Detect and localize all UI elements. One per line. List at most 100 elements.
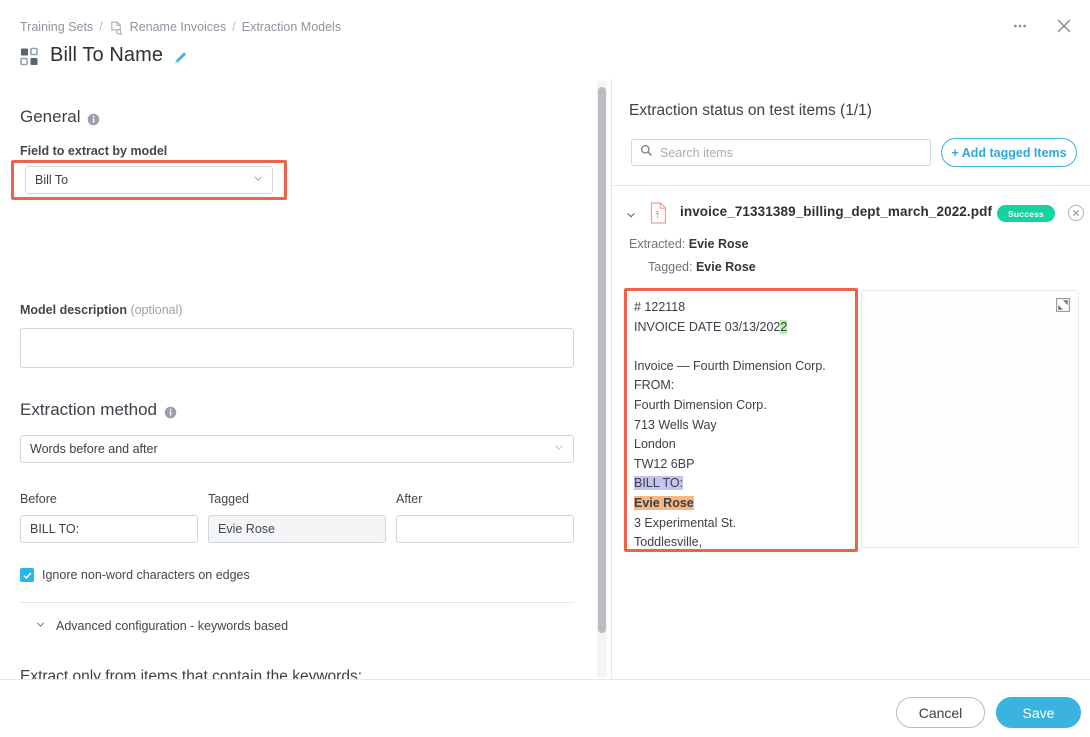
settings-panel: General Field to extract by model Bill T… bbox=[0, 79, 595, 679]
document-text-segment: TW12 6BP bbox=[634, 457, 694, 471]
field-to-extract-value: Bill To bbox=[35, 173, 68, 187]
remove-circle-icon[interactable] bbox=[1067, 204, 1085, 222]
expand-icon[interactable] bbox=[1056, 298, 1070, 312]
document-text-segment: London bbox=[634, 437, 676, 451]
model-description-optional: (optional) bbox=[130, 303, 182, 317]
model-description-label: Model description (optional) bbox=[20, 303, 183, 317]
header-actions bbox=[1008, 14, 1076, 38]
document-text-segment: FROM: bbox=[634, 378, 674, 392]
document-highlight-purple: BILL TO: bbox=[634, 476, 683, 490]
document-line: FROM: bbox=[634, 376, 826, 396]
pencil-icon[interactable] bbox=[173, 50, 189, 66]
page-title: Bill To Name bbox=[50, 44, 163, 67]
document-text-content: # 122118 INVOICE DATE 03/13/2022 Invoice … bbox=[634, 298, 826, 553]
tagged-value: Evie Rose bbox=[218, 522, 275, 536]
before-value: BILL TO: bbox=[30, 522, 79, 536]
document-preview-card: # 122118 INVOICE DATE 03/13/2022 Invoice … bbox=[625, 290, 1090, 550]
after-input[interactable] bbox=[396, 515, 574, 543]
chevron-down-icon-item[interactable] bbox=[625, 208, 637, 226]
dialog-body: General Field to extract by model Bill T… bbox=[0, 79, 1090, 679]
ignore-non-word-label: Ignore non-word characters on edges bbox=[42, 568, 250, 582]
field-to-extract-select[interactable]: Bill To bbox=[25, 166, 273, 194]
tagged-row-label: Tagged: bbox=[648, 260, 692, 274]
tagged-label: Tagged bbox=[208, 492, 249, 506]
tagged-row: Tagged: Evie Rose bbox=[648, 260, 756, 274]
extraction-method-section-header: Extraction method bbox=[20, 400, 177, 420]
checkbox-checked-icon[interactable] bbox=[20, 568, 34, 582]
document-line bbox=[634, 337, 826, 357]
document-line: TW12 6BP bbox=[634, 455, 826, 475]
tagged-row-value: Evie Rose bbox=[696, 260, 756, 274]
status-badge: Success bbox=[997, 205, 1055, 222]
search-items-field[interactable] bbox=[631, 139, 931, 166]
document-line: 3 Experimental St. bbox=[634, 514, 826, 534]
info-icon-2[interactable] bbox=[164, 404, 177, 417]
document-line: Invoice — Fourth Dimension Corp. bbox=[634, 357, 826, 377]
footer-divider bbox=[0, 679, 1090, 680]
breadcrumb: Training Sets / Rename Invoices / Extrac… bbox=[20, 19, 341, 34]
keywords-title: Extract only from items that contain the… bbox=[20, 668, 362, 679]
document-line: BILL TO: bbox=[634, 474, 826, 494]
search-icon bbox=[640, 144, 653, 162]
document-text-segment: 713 Wells Way bbox=[634, 418, 717, 432]
breadcrumb-separator: / bbox=[99, 20, 102, 34]
breadcrumb-item-extraction-models[interactable]: Extraction Models bbox=[242, 20, 341, 34]
tagged-input: Evie Rose bbox=[208, 515, 386, 543]
test-item-file-name[interactable]: invoice_71331389_billing_dept_march_2022… bbox=[680, 204, 992, 219]
extraction-status-title: Extraction status on test items (1/1) bbox=[629, 102, 872, 120]
breadcrumb-item-rename-invoices[interactable]: Rename Invoices bbox=[130, 20, 227, 34]
document-highlight-orange: Evie Rose bbox=[634, 496, 694, 510]
extraction-method-select[interactable]: Words before and after bbox=[20, 435, 574, 463]
search-input[interactable] bbox=[660, 146, 922, 160]
save-button[interactable]: Save bbox=[996, 697, 1081, 728]
document-text-segment: Toddlesville, bbox=[634, 535, 702, 549]
breadcrumb-item-training-sets[interactable]: Training Sets bbox=[20, 20, 93, 34]
page-title-row: Bill To Name bbox=[20, 44, 189, 67]
section-divider bbox=[20, 602, 574, 603]
document-image-preview bbox=[861, 290, 1079, 548]
cancel-button[interactable]: Cancel bbox=[896, 697, 985, 728]
pdf-file-icon: ⤒ bbox=[650, 202, 668, 224]
model-description-input[interactable] bbox=[20, 328, 574, 368]
chevron-down-icon-2 bbox=[553, 442, 565, 457]
document-text-segment: INVOICE DATE 03/13/202 bbox=[634, 320, 780, 334]
more-options-icon[interactable] bbox=[1008, 14, 1032, 38]
extracted-label: Extracted: bbox=[629, 237, 685, 251]
document-line: INVOICE DATE 03/13/2022 bbox=[634, 318, 826, 338]
after-label: After bbox=[396, 492, 422, 506]
model-blocks-icon bbox=[20, 47, 40, 67]
document-line: Toddlesville, bbox=[634, 533, 826, 553]
extracted-row: Extracted: Evie Rose bbox=[629, 237, 749, 251]
document-line: London bbox=[634, 435, 826, 455]
document-text-segment: Invoice — Fourth Dimension Corp. bbox=[634, 359, 826, 373]
advanced-configuration-toggle[interactable]: Advanced configuration - keywords based bbox=[35, 619, 288, 633]
general-section-header: General bbox=[20, 107, 100, 127]
document-search-icon bbox=[109, 21, 124, 36]
info-icon[interactable] bbox=[87, 111, 100, 124]
field-to-extract-label: Field to extract by model bbox=[20, 144, 167, 158]
document-line: 713 Wells Way bbox=[634, 416, 826, 436]
document-text-preview: # 122118 INVOICE DATE 03/13/2022 Invoice … bbox=[625, 290, 856, 550]
document-line: # 122118 bbox=[634, 298, 826, 318]
model-description-label-text: Model description bbox=[20, 303, 127, 317]
document-text-segment: Fourth Dimension Corp. bbox=[634, 398, 767, 412]
document-line: Evie Rose bbox=[634, 494, 826, 514]
general-section-title: General bbox=[20, 107, 80, 127]
add-tagged-items-button[interactable]: + Add tagged Items bbox=[941, 138, 1077, 167]
document-text-segment: # 122118 bbox=[634, 300, 685, 314]
extraction-method-value: Words before and after bbox=[30, 442, 158, 456]
test-item-row: ⤒ invoice_71331389_billing_dept_march_20… bbox=[612, 198, 1090, 234]
breadcrumb-separator-2: / bbox=[232, 20, 235, 34]
extraction-status-panel: Extraction status on test items (1/1) + … bbox=[612, 79, 1090, 679]
extraction-method-section-title: Extraction method bbox=[20, 400, 157, 420]
before-input[interactable]: BILL TO: bbox=[20, 515, 198, 543]
chevron-down-icon-3 bbox=[35, 619, 46, 633]
dialog-header: Training Sets / Rename Invoices / Extrac… bbox=[0, 0, 1090, 79]
advanced-configuration-label: Advanced configuration - keywords based bbox=[56, 619, 288, 633]
close-icon[interactable] bbox=[1052, 14, 1076, 38]
chevron-down-icon bbox=[252, 173, 264, 188]
ignore-non-word-checkbox-row[interactable]: Ignore non-word characters on edges bbox=[20, 568, 250, 582]
document-highlight-green: 2 bbox=[780, 320, 787, 334]
left-panel-scrollbar-thumb[interactable] bbox=[598, 87, 606, 633]
before-label: Before bbox=[20, 492, 57, 506]
